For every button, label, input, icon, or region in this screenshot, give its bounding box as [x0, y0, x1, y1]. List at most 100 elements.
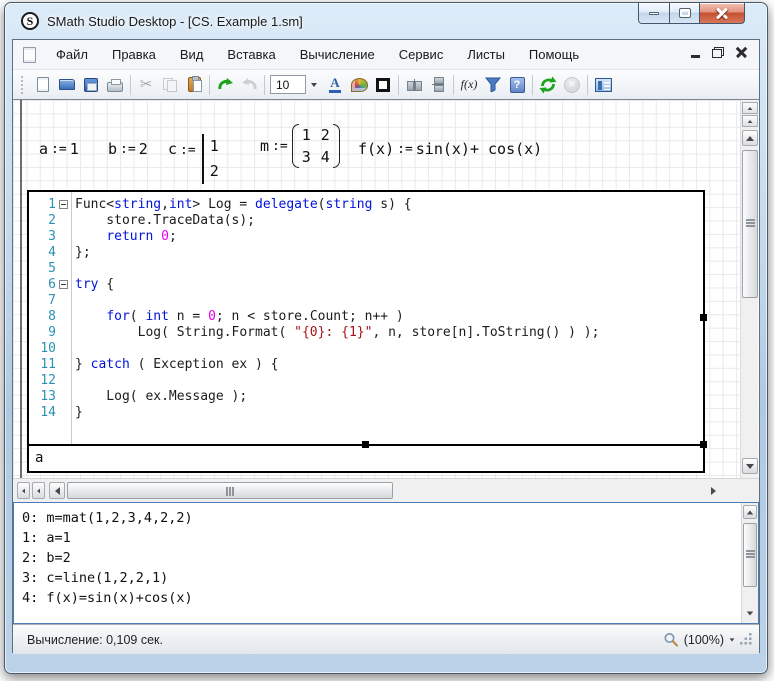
- code-line[interactable]: 10: [29, 340, 703, 356]
- code-line[interactable]: 7: [29, 292, 703, 308]
- code-line[interactable]: 12: [29, 372, 703, 388]
- recalculate-button[interactable]: [536, 73, 560, 97]
- mdi-restore-icon[interactable]: [712, 47, 724, 58]
- math-region-b[interactable]: b:=2: [108, 140, 148, 158]
- console-vertical-scrollbar[interactable]: [741, 503, 758, 623]
- code-line[interactable]: 13 Log( ex.Message );: [29, 388, 703, 404]
- font-size-dropdown[interactable]: [306, 75, 321, 94]
- math-region-f[interactable]: f(x):=sin(x)+ cos(x): [358, 140, 542, 158]
- code-line[interactable]: 6try {: [29, 276, 703, 292]
- menu-item-view[interactable]: Вид: [168, 42, 216, 67]
- code-region[interactable]: 1Func<string,int> Log = delegate(string …: [27, 190, 705, 473]
- reference-book-button[interactable]: ?: [505, 73, 529, 97]
- code-line[interactable]: 11} catch ( Exception ex ) {: [29, 356, 703, 372]
- mdi-minimize-icon[interactable]: [691, 55, 700, 58]
- code-line[interactable]: 3 return 0;: [29, 228, 703, 244]
- code-line[interactable]: 8 for( int n = 0; n < store.Count; n++ ): [29, 308, 703, 324]
- code-line[interactable]: 1Func<string,int> Log = delegate(string …: [29, 196, 703, 212]
- code-line[interactable]: 9 Log( String.Format( "{0}: {1}", n, sto…: [29, 324, 703, 340]
- new-document-button[interactable]: [31, 73, 55, 97]
- line-number: 11: [29, 357, 56, 372]
- math-region-m[interactable]: m:= 12 34: [260, 124, 340, 168]
- resize-grip[interactable]: [740, 633, 753, 646]
- worksheet-vertical-scrollbar[interactable]: [740, 100, 758, 478]
- magnifier-icon[interactable]: [663, 632, 679, 648]
- code-region-output-variable[interactable]: a: [29, 446, 703, 469]
- app-logo-icon: S: [21, 12, 39, 30]
- resize-handle-corner[interactable]: [700, 441, 707, 448]
- zoom-level[interactable]: (100%): [684, 633, 724, 647]
- worksheet[interactable]: a:=1 b:=2 c:= 1 2 m:= 12 34: [13, 100, 759, 478]
- split-view-button-bottom[interactable]: [742, 115, 758, 127]
- menu-item-file[interactable]: Файл: [44, 42, 100, 67]
- cut-button[interactable]: ✂: [134, 73, 158, 97]
- down-arrow-icon: [747, 611, 753, 615]
- mdi-close-icon[interactable]: [736, 47, 747, 58]
- menu-item-tools[interactable]: Сервис: [387, 42, 456, 67]
- output-console[interactable]: 0: m=mat(1,2,3,4,2,2)1: a=12: b=23: c=li…: [13, 502, 759, 624]
- document-icon: [23, 47, 36, 63]
- resize-handle-bottom[interactable]: [362, 441, 369, 448]
- code-line[interactable]: 14}: [29, 404, 703, 420]
- math-region-c[interactable]: c:= 1 2: [168, 134, 219, 184]
- print-button[interactable]: [103, 73, 127, 97]
- save-button[interactable]: [79, 73, 103, 97]
- zoom-dropdown-icon[interactable]: [730, 638, 735, 641]
- horizontal-scroll-thumb[interactable]: [67, 482, 393, 499]
- menu-item-insert[interactable]: Вставка: [215, 42, 287, 67]
- resize-handle-right[interactable]: [700, 314, 707, 321]
- vertical-scroll-thumb[interactable]: [742, 150, 758, 298]
- copy-button[interactable]: [158, 73, 182, 97]
- menu-item-help[interactable]: Помощь: [517, 42, 591, 67]
- code-line[interactable]: 4};: [29, 244, 703, 260]
- client-area: ФайлПравкаВидВставкаВычислениеСервисЛист…: [12, 39, 760, 653]
- split-view-button-right[interactable]: [32, 482, 45, 499]
- scroll-right-button[interactable]: [705, 482, 721, 499]
- console-scroll-up-button[interactable]: [743, 505, 757, 519]
- split-view-button-left[interactable]: [17, 482, 30, 499]
- redo-button[interactable]: [237, 73, 261, 97]
- fold-collapse-icon[interactable]: [59, 280, 68, 289]
- code-editor[interactable]: 1Func<string,int> Log = delegate(string …: [29, 192, 703, 446]
- funnel-icon: [485, 77, 501, 92]
- var-name: b: [108, 140, 117, 158]
- open-document-button[interactable]: [55, 73, 79, 97]
- menu-item-calculation[interactable]: Вычисление: [288, 42, 387, 67]
- border-button[interactable]: [371, 73, 395, 97]
- scroll-down-button[interactable]: [742, 458, 758, 474]
- maximize-button[interactable]: [669, 3, 700, 24]
- console-scroll-thumb[interactable]: [743, 523, 757, 587]
- code-line[interactable]: 2 store.TraceData(s);: [29, 212, 703, 228]
- split-view-button-top[interactable]: [742, 102, 758, 114]
- code-line[interactable]: 5: [29, 260, 703, 276]
- menu-item-edit[interactable]: Правка: [100, 42, 168, 67]
- font-color-button[interactable]: A: [323, 73, 347, 97]
- console-line: 4: f(x)=sin(x)+cos(x): [22, 590, 740, 610]
- titlebar[interactable]: S SMath Studio Desktop - [CS. Example 1.…: [5, 3, 767, 39]
- function-icon: f(x): [461, 77, 478, 92]
- scroll-left-button[interactable]: [49, 482, 65, 499]
- align-horizontal-button[interactable]: [402, 73, 426, 97]
- font-size-combo[interactable]: 10: [270, 75, 321, 94]
- font-size-value[interactable]: 10: [270, 75, 306, 94]
- paste-button[interactable]: [182, 73, 206, 97]
- clipboard-icon: [188, 77, 201, 92]
- math-region-a[interactable]: a:=1: [39, 140, 79, 158]
- function-filter-button[interactable]: [481, 73, 505, 97]
- background-color-button[interactable]: [347, 73, 371, 97]
- menu-bar: ФайлПравкаВидВставкаВычислениеСервисЛист…: [13, 40, 759, 70]
- align-vertical-button[interactable]: [426, 73, 450, 97]
- undo-button[interactable]: [213, 73, 237, 97]
- console-scroll-down-button[interactable]: [743, 606, 757, 620]
- close-button[interactable]: [699, 3, 745, 24]
- assign-operator: :=: [180, 143, 196, 158]
- menu-item-pages[interactable]: Листы: [455, 42, 517, 67]
- scroll-up-button[interactable]: [742, 130, 758, 146]
- fold-collapse-icon[interactable]: [59, 200, 68, 209]
- worksheet-horizontal-scrollbar[interactable]: [13, 478, 759, 502]
- toolbar-grip[interactable]: [21, 76, 25, 94]
- interrupt-button[interactable]: ✕: [560, 73, 584, 97]
- insert-function-button[interactable]: f(x): [457, 73, 481, 97]
- minimize-button[interactable]: [638, 3, 670, 24]
- options-button[interactable]: [591, 73, 615, 97]
